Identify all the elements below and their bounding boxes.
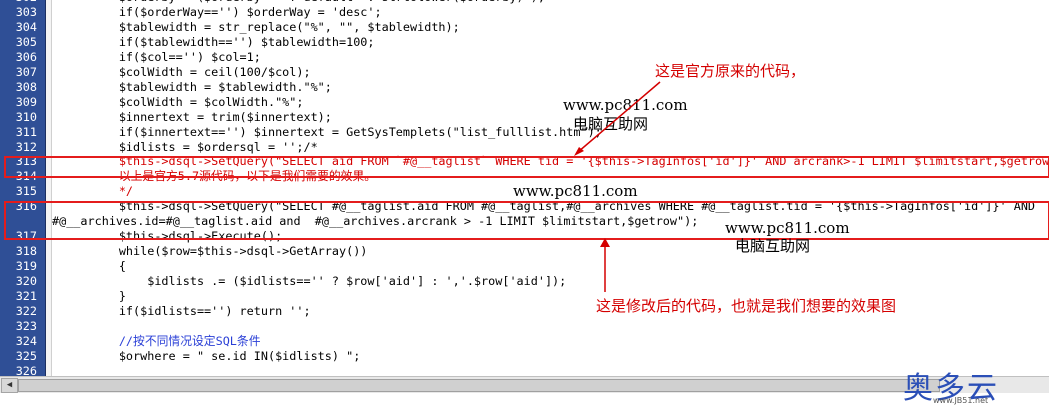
code-line[interactable]: 308 $tablewidth = $tablewidth."%"; xyxy=(0,80,1049,95)
code-line[interactable]: 312 $idlists = $ordersql = '';/* xyxy=(0,140,1049,155)
code-line[interactable]: 311 if($innertext=='') $innertext = GetS… xyxy=(0,125,1049,140)
code-line[interactable]: #@__archives.id=#@__taglist.aid and #@__… xyxy=(0,214,1049,229)
code-line[interactable]: 306 if($col=='') $col=1; xyxy=(0,50,1049,65)
modified-code-note: 这是修改后的代码，也就是我们想要的效果图 xyxy=(596,297,897,315)
line-number: 311 xyxy=(15,124,37,139)
watermark-logo: 奥多云 www.JB51.net xyxy=(903,363,1043,406)
line-text: { xyxy=(62,259,126,274)
scroll-left-arrow-icon[interactable]: ◀ xyxy=(1,378,18,393)
code-line[interactable]: 323 xyxy=(0,319,1049,334)
line-number: 303 xyxy=(15,4,37,19)
line-number: 309 xyxy=(15,94,37,109)
line-text: if($innertext=='') $innertext = GetSysTe… xyxy=(62,124,602,139)
watermark-url-1: www.pc811.com xyxy=(563,96,688,114)
line-text: while($row=$this->dsql->GetArray()) xyxy=(62,244,368,259)
line-number: 325 xyxy=(15,348,37,363)
line-number: 322 xyxy=(15,304,37,319)
code-line[interactable]: 304 $tablewidth = str_replace("%", "", $… xyxy=(0,20,1049,35)
line-number: 313 xyxy=(15,154,37,169)
line-number: 320 xyxy=(15,274,37,289)
line-number: 319 xyxy=(15,259,37,274)
code-line[interactable]: 319 { xyxy=(0,259,1049,274)
code-line[interactable]: 305 if($tablewidth=='') $tablewidth=100; xyxy=(0,35,1049,50)
code-line[interactable]: 317 $this->dsql->Execute(); xyxy=(0,229,1049,244)
line-number: 316 xyxy=(15,199,37,214)
line-number: 308 xyxy=(15,79,37,94)
line-text: 以上是官方5.7源代码，以下是我们需要的效果。 xyxy=(62,169,377,184)
watermark-url-2: www.pc811.com xyxy=(513,182,638,200)
line-number: 324 xyxy=(15,333,37,348)
line-text: $this->dsql->SetQuery("SELECT aid FROM `… xyxy=(62,154,1049,169)
line-number: 323 xyxy=(15,318,37,333)
code-line[interactable]: 318 while($row=$this->dsql->GetArray()) xyxy=(0,244,1049,259)
line-text: if($col=='') $col=1; xyxy=(62,49,261,64)
line-number: 312 xyxy=(15,139,37,154)
line-text: $orwhere = " se.id IN($idlists) "; xyxy=(62,348,361,363)
code-line[interactable]: 313 $this->dsql->SetQuery("SELECT aid FR… xyxy=(0,154,1049,169)
watermark-site-1: 电脑互助网 xyxy=(573,115,649,133)
line-number: 317 xyxy=(15,229,37,244)
line-text: #@__archives.id=#@__taglist.aid and #@__… xyxy=(52,214,699,229)
line-number: 315 xyxy=(15,184,37,199)
line-number: 310 xyxy=(15,109,37,124)
code-line[interactable]: 324 //按不同情况设定SQL条件 xyxy=(0,334,1049,349)
original-code-note: 这是官方原来的代码， xyxy=(655,62,806,80)
line-number: 318 xyxy=(15,244,37,259)
watermark-site-2: 电脑互助网 xyxy=(735,237,811,255)
bottom-strip xyxy=(0,393,1049,409)
line-number: 304 xyxy=(15,19,37,34)
line-text: $idlists .= ($idlists=='' ? $row['aid'] … xyxy=(62,274,567,289)
code-line[interactable]: 320 $idlists .= ($idlists=='' ? $row['ai… xyxy=(0,274,1049,289)
line-text: if($orderWay=='') $orderWay = 'desc'; xyxy=(62,4,382,19)
line-text: if($idlists=='') return ''; xyxy=(62,304,311,319)
line-text: */ xyxy=(62,184,134,199)
line-number: 314 xyxy=(15,169,37,184)
line-number: 307 xyxy=(15,64,37,79)
line-text: } xyxy=(62,289,126,304)
line-number: 305 xyxy=(15,34,37,49)
watermark-domain: www.JB51.net xyxy=(933,396,989,405)
line-text: $colWidth = ceil(100/$col); xyxy=(62,64,311,79)
line-number: 321 xyxy=(15,289,37,304)
line-text: $tablewidth = str_replace("%", "", $tabl… xyxy=(62,19,460,34)
code-line[interactable]: 325 $orwhere = " se.id IN($idlists) "; xyxy=(0,349,1049,364)
code-line[interactable]: 303 if($orderWay=='') $orderWay = 'desc'… xyxy=(0,5,1049,20)
code-line[interactable]: 307 $colWidth = ceil(100/$col); xyxy=(0,65,1049,80)
line-text: $idlists = $ordersql = '';/* xyxy=(62,139,318,154)
line-text: $this->dsql->Execute(); xyxy=(62,229,283,244)
line-text: $tablewidth = $tablewidth."%"; xyxy=(62,79,332,94)
line-text: $this->dsql->SetQuery("SELECT #@__taglis… xyxy=(62,199,1036,214)
line-text: $colWidth = $colWidth."%"; xyxy=(62,94,304,109)
code-line[interactable]: 309 $colWidth = $colWidth."%"; xyxy=(0,95,1049,110)
code-line[interactable]: 310 $innertext = trim($innertext); xyxy=(0,110,1049,125)
line-text: if($tablewidth=='') $tablewidth=100; xyxy=(62,34,375,49)
code-line[interactable]: 316 $this->dsql->SetQuery("SELECT #@__ta… xyxy=(0,199,1049,214)
scrollbar-thumb[interactable] xyxy=(18,379,940,392)
line-text: //按不同情况设定SQL条件 xyxy=(62,333,261,348)
line-number: 306 xyxy=(15,49,37,64)
horizontal-scrollbar[interactable]: ◀ xyxy=(0,376,1049,393)
line-text: $innertext = trim($innertext); xyxy=(62,109,332,124)
